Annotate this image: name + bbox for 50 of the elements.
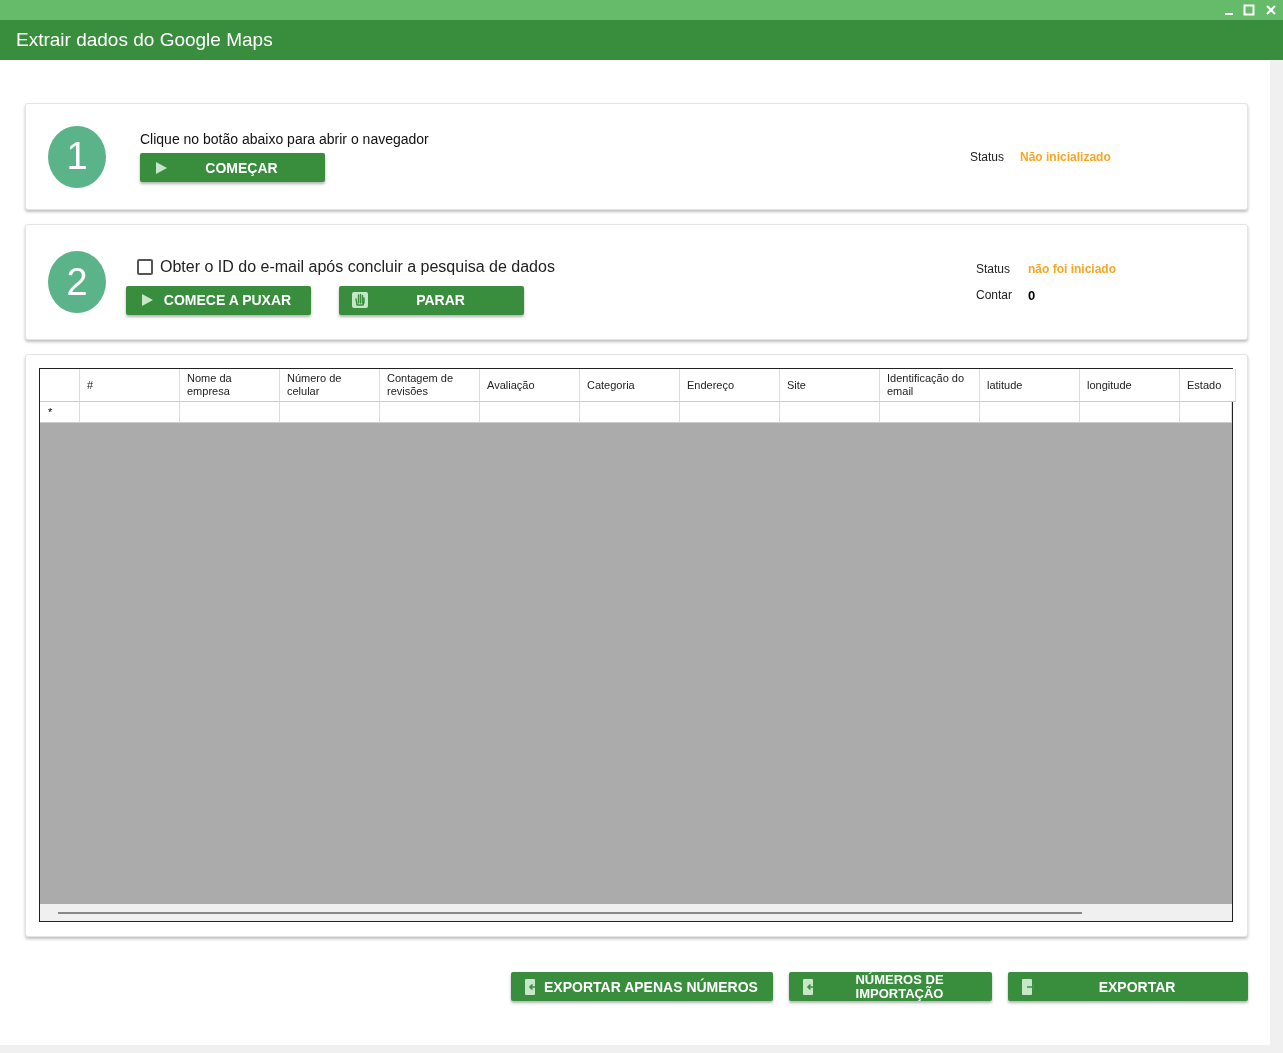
checkbox[interactable] — [137, 258, 153, 275]
step-number: 2 — [48, 251, 106, 313]
table-cell[interactable] — [980, 402, 1080, 423]
minimize-icon — [1225, 13, 1233, 15]
column-header[interactable]: longitude — [1080, 369, 1180, 402]
action-button[interactable]: COMEÇAR — [140, 153, 325, 182]
column-header[interactable]: Número de celular — [280, 369, 380, 402]
column-header[interactable]: Site — [780, 369, 880, 402]
maximize-icon — [1243, 4, 1255, 16]
scrollbar-thumb[interactable] — [58, 911, 1082, 914]
table-cell[interactable] — [780, 402, 880, 423]
column-header[interactable]: Estado — [1180, 369, 1237, 402]
horizontal-scrollbar[interactable] — [40, 904, 1232, 921]
action-button[interactable]: NÚMEROS DE IMPORTAÇÃO — [789, 972, 992, 1001]
table-cell[interactable] — [480, 402, 580, 423]
status-label: Status — [970, 149, 1005, 164]
action-button[interactable]: COMECE A PUXAR — [126, 285, 311, 315]
column-header[interactable]: Endereço — [680, 369, 780, 402]
checkbox-label: Obter o ID do e-mail após concluir a pesquisa de dados — [160, 257, 555, 276]
action-button[interactable]: EXPORTAR — [1008, 972, 1248, 1001]
instruction-text: Clique no botão abaixo para abrir o navegador — [140, 131, 430, 147]
status-value: Não inicializado — [1020, 149, 1111, 164]
new-row-marker: * — [40, 402, 80, 423]
table-cell[interactable] — [80, 402, 180, 423]
status-value: não foi iniciado — [1028, 261, 1117, 276]
column-header[interactable]: Contagem de revisões — [380, 369, 480, 402]
column-header[interactable]: Categoria — [580, 369, 680, 402]
column-header[interactable]: Avaliação — [480, 369, 580, 402]
table-cell[interactable] — [1080, 402, 1180, 423]
hand-icon — [351, 291, 369, 309]
table-cell[interactable] — [180, 402, 280, 423]
step-number: 1 — [48, 125, 106, 188]
row-header-corner — [40, 369, 80, 402]
table-cell[interactable] — [580, 402, 680, 423]
table-cell[interactable] — [280, 402, 380, 423]
window-title: Extrair dados do Google Maps — [16, 29, 273, 51]
table-cell[interactable] — [380, 402, 480, 423]
action-button[interactable]: EXPORTAR APENAS NÚMEROS — [511, 972, 773, 1001]
column-header[interactable]: # — [80, 369, 180, 402]
table-cell[interactable] — [880, 402, 980, 423]
column-header[interactable]: Nome da empresa — [180, 369, 280, 402]
action-button[interactable]: PARAR — [339, 285, 524, 315]
column-header[interactable]: latitude — [980, 369, 1080, 402]
status-label: Status — [976, 261, 1012, 276]
close-icon — [1265, 4, 1277, 16]
column-header[interactable]: Identificação do email — [880, 369, 980, 402]
table-cell[interactable] — [1180, 402, 1232, 423]
count-value: 0 — [1028, 287, 1037, 303]
count-label: Contar — [976, 288, 1013, 302]
table-cell[interactable] — [680, 402, 780, 423]
